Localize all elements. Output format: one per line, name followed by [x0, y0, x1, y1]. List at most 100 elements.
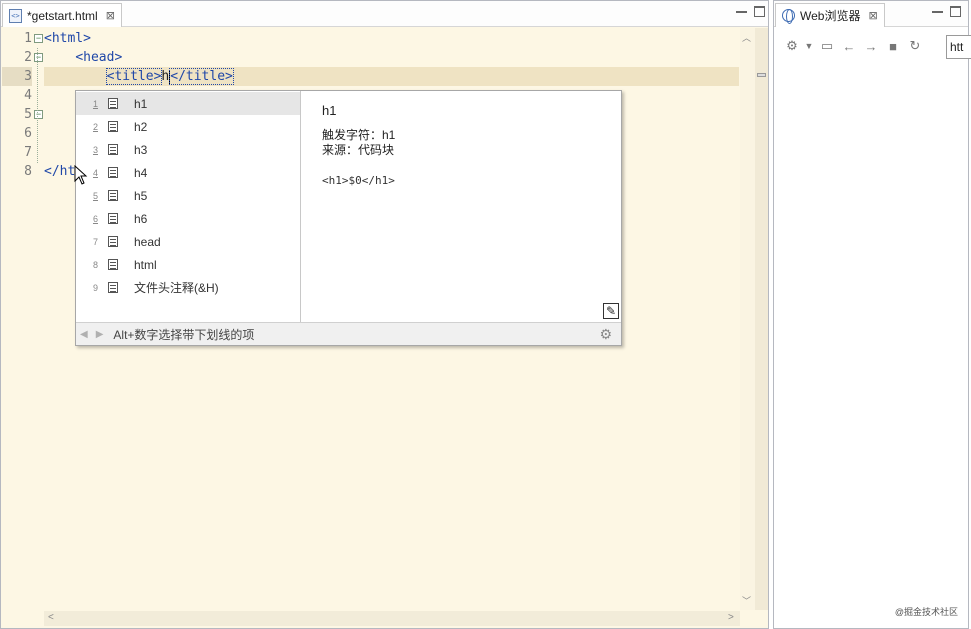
- proposal-label: h4: [134, 165, 148, 180]
- code-tag-close: </title>: [169, 68, 234, 85]
- browser-minimize-icon[interactable]: [932, 6, 943, 13]
- snippet-document-icon: [108, 236, 118, 247]
- line-number: 4: [24, 88, 32, 103]
- snippet-document-icon: [108, 190, 118, 201]
- proposal-item[interactable]: 5 h5: [76, 184, 300, 207]
- code-line[interactable]: </ht: [44, 162, 75, 181]
- console-icon[interactable]: ▭: [816, 38, 838, 54]
- maximize-icon[interactable]: [754, 6, 765, 17]
- fold-toggle-icon[interactable]: −: [34, 34, 43, 43]
- code-line[interactable]: <html>: [44, 29, 91, 48]
- html-file-icon: <>: [9, 8, 22, 23]
- proposal-number: 1: [92, 98, 98, 109]
- proposal-number: 7: [92, 236, 98, 247]
- line-number: 8: [24, 164, 32, 179]
- proposal-item[interactable]: 1 h1: [76, 92, 300, 115]
- detail-title: h1: [322, 103, 337, 118]
- dropdown-chevron-icon[interactable]: ▼: [802, 41, 816, 51]
- close-tab-icon[interactable]: ⊠: [106, 9, 115, 22]
- proposal-item[interactable]: 2 h2: [76, 115, 300, 138]
- code-text: h: [161, 69, 170, 84]
- snippet-document-icon: [108, 144, 118, 155]
- proposal-label: h1: [134, 96, 148, 111]
- fold-guide: [37, 48, 38, 163]
- proposal-label: h3: [134, 142, 148, 157]
- horizontal-scrollbar[interactable]: < >: [44, 611, 740, 626]
- snippet-document-icon: [108, 259, 118, 270]
- url-input[interactable]: htt: [946, 35, 971, 59]
- proposal-number: 3: [92, 144, 98, 155]
- proposal-detail: h1 触发字符：h1 来源：代码块 <h1>$0</h1> ✎: [302, 91, 621, 322]
- browser-maximize-icon[interactable]: [950, 6, 961, 17]
- vertical-scrollbar[interactable]: ︿ ﹀: [740, 28, 755, 610]
- snippet-document-icon: [108, 282, 118, 293]
- snippet-document-icon: [108, 121, 118, 132]
- proposal-label: html: [134, 257, 157, 272]
- stop-icon[interactable]: ■: [882, 39, 904, 54]
- line-number: 6: [24, 126, 32, 141]
- proposal-label: h6: [134, 211, 148, 226]
- line-number: 3: [2, 67, 32, 86]
- proposal-number: 2: [92, 121, 98, 132]
- scroll-down-icon[interactable]: ﹀: [742, 594, 751, 607]
- proposal-item[interactable]: 8 html: [76, 253, 300, 276]
- refresh-icon[interactable]: ↻: [904, 38, 926, 54]
- overview-marker[interactable]: [757, 73, 766, 77]
- assist-settings-icon[interactable]: ⚙: [599, 326, 612, 343]
- proposal-label: 文件头注释(&H): [134, 281, 219, 295]
- code-line[interactable]: <head>: [44, 48, 122, 67]
- line-number: 2: [24, 50, 32, 65]
- forward-arrow-icon[interactable]: →: [860, 39, 882, 54]
- edit-snippet-icon[interactable]: ✎: [603, 303, 619, 319]
- nav-back-icon[interactable]: ◀: [80, 329, 88, 340]
- watermark: @掘金技术社区: [894, 607, 958, 617]
- line-number: 1: [24, 31, 32, 46]
- proposal-label: head: [134, 234, 161, 249]
- code-tag-open: <html>: [44, 31, 91, 46]
- proposal-item[interactable]: 6 h6: [76, 207, 300, 230]
- snippet-document-icon: [108, 213, 118, 224]
- content-assist-popup: 1 h1 2 h2 3 h3 4 h4 5 h5 6 h6 7 head 8 html 9 文件头注释(&H) h…: [75, 90, 622, 346]
- scroll-left-icon[interactable]: <: [48, 612, 54, 623]
- fold-toggle-icon[interactable]: −: [34, 53, 43, 62]
- proposal-number: 8: [92, 259, 98, 270]
- code-line[interactable]: <title>h</title>: [44, 67, 739, 86]
- close-browser-tab-icon[interactable]: ⊠: [868, 9, 877, 22]
- back-arrow-icon[interactable]: ←: [838, 39, 860, 54]
- code-tag-open: <head>: [75, 50, 123, 65]
- proposal-list[interactable]: 1 h1 2 h2 3 h3 4 h4 5 h5 6 h6 7 head 8 html 9 文件头注释(&H): [76, 91, 301, 322]
- tab-getstart-html[interactable]: <> *getstart.html ⊠: [2, 3, 122, 27]
- detail-trigger: 触发字符：h1: [322, 128, 396, 142]
- web-browser-pane: Web浏览器 ⊠ ⚙ ▼ ▭ ← → ■ ↻ htt @掘金技术社区: [773, 0, 971, 629]
- browser-tab-title: Web浏览器: [800, 9, 861, 23]
- line-number: 7: [24, 145, 32, 160]
- code-tag-open: <title>: [105, 68, 163, 85]
- detail-source: 来源：代码块: [322, 143, 395, 157]
- snippet-document-icon: [108, 98, 118, 109]
- browser-tab-bar: Web浏览器 ⊠: [774, 1, 968, 27]
- globe-icon: [782, 9, 795, 24]
- proposal-item[interactable]: 9 文件头注释(&H): [76, 276, 300, 299]
- scroll-up-icon[interactable]: ︿: [742, 31, 751, 44]
- proposal-label: h2: [134, 119, 148, 134]
- proposal-item[interactable]: 7 head: [76, 230, 300, 253]
- proposal-label: h5: [134, 188, 148, 203]
- scroll-right-icon[interactable]: >: [728, 612, 734, 623]
- fold-toggle-icon[interactable]: −: [34, 110, 43, 119]
- proposal-number: 5: [92, 190, 98, 201]
- overview-ruler[interactable]: [755, 28, 768, 610]
- proposal-item[interactable]: 4 h4: [76, 161, 300, 184]
- proposal-number: 9: [92, 282, 98, 293]
- code-tag-open: </ht: [44, 164, 76, 179]
- settings-gear-icon[interactable]: ⚙: [782, 38, 802, 54]
- assist-status-bar: ◀ ▶ Alt+数字选择带下划线的项 ⚙: [76, 322, 621, 345]
- mouse-cursor-icon: [74, 165, 88, 185]
- proposal-number: 6: [92, 213, 98, 224]
- browser-toolbar: ⚙ ▼ ▭ ← → ■ ↻: [774, 31, 968, 61]
- nav-forward-icon[interactable]: ▶: [96, 329, 104, 340]
- minimize-icon[interactable]: [736, 6, 747, 13]
- tab-web-browser[interactable]: Web浏览器 ⊠: [775, 3, 885, 27]
- proposal-item[interactable]: 3 h3: [76, 138, 300, 161]
- editor-tab-bar: <> *getstart.html ⊠: [1, 1, 768, 27]
- assist-status-text: Alt+数字选择带下划线的项: [113, 327, 255, 342]
